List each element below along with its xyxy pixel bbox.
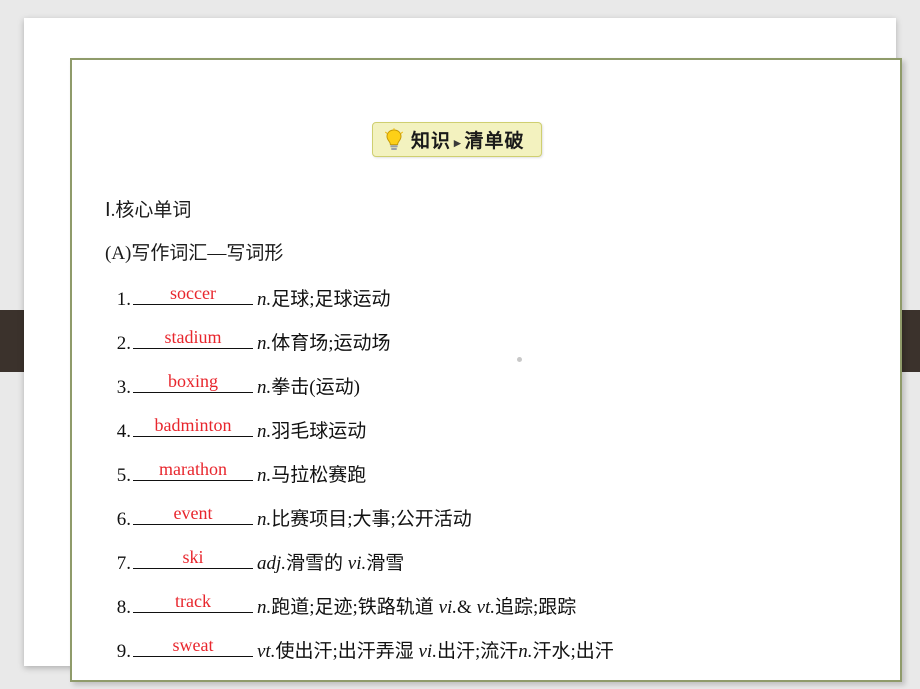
list-item: 5. marathon n.马拉松赛跑 — [105, 458, 895, 502]
item-number: 2. — [116, 333, 131, 354]
item-definition: n.跑道;足迹;铁路轨道 vi.& vt.追踪;跟踪 — [257, 597, 577, 618]
item-definition: n.足球;足球运动 — [257, 289, 391, 310]
vocabulary-list: 1. soccer n.足球;足球运动 2. stadium n.体育场;运动场… — [105, 282, 895, 682]
list-item: 7. ski adj.滑雪的 vi.滑雪 — [105, 546, 895, 590]
lightbulb-icon — [383, 127, 405, 152]
item-number: 7. — [116, 553, 131, 574]
slide: 知识 ▸ 清单破 Ⅰ.核心单词 (A)写作词汇—写词形 1. soccer n.足球… — [0, 0, 920, 689]
section-heading-core-words: Ⅰ.核心单词 — [105, 200, 192, 221]
answer-text: stadium — [164, 327, 222, 347]
slide-card: 知识 ▸ 清单破 Ⅰ.核心单词 (A)写作词汇—写词形 1. soccer n.足球… — [24, 18, 902, 682]
answer-text: marathon — [159, 459, 227, 479]
list-item: 2. stadium n.体育场;运动场 — [105, 326, 895, 370]
slide-content: 知识 ▸ 清单破 Ⅰ.核心单词 (A)写作词汇—写词形 1. soccer n.足球… — [72, 60, 900, 680]
banner-text-right: 清单破 — [464, 131, 525, 152]
list-item: 4. badminton n.羽毛球运动 — [105, 414, 895, 458]
item-definition: n.拳击(运动) — [257, 377, 360, 398]
answer-blank[interactable]: master — [133, 678, 253, 680]
answer-text: ski — [182, 547, 204, 567]
banner-separator: ▸ — [454, 135, 462, 150]
item-number: 4. — [116, 421, 131, 442]
item-number: 8. — [116, 597, 131, 618]
list-item: 6. event n.比赛项目;大事;公开活动 — [105, 502, 895, 546]
answer-blank[interactable]: badminton — [133, 414, 253, 437]
item-definition: n.比赛项目;大事;公开活动 — [257, 509, 472, 530]
answer-blank[interactable]: event — [133, 502, 253, 525]
item-definition: n.马拉松赛跑 — [257, 465, 367, 486]
item-definition: n.羽毛球运动 — [257, 421, 367, 442]
banner-text-left: 知识 — [411, 131, 452, 152]
list-item: 10. master n.高手;主人 vt.精通;掌握 — [105, 678, 895, 682]
answer-blank[interactable]: boxing — [133, 370, 253, 393]
item-number: 3. — [116, 377, 131, 398]
answer-blank[interactable]: stadium — [133, 326, 253, 349]
list-item: 3. boxing n.拳击(运动) — [105, 370, 895, 414]
answer-text: soccer — [170, 283, 216, 303]
section-heading-part-a: (A)写作词汇—写词形 — [105, 243, 284, 264]
answer-blank[interactable]: marathon — [133, 458, 253, 481]
banner-label: 知识 ▸ 清单破 — [411, 126, 525, 153]
item-definition: n.高手;主人 vt.精通;掌握 — [255, 680, 457, 682]
answer-text: master — [133, 679, 253, 680]
item-definition: n.体育场;运动场 — [257, 333, 391, 354]
answer-text: sweat — [172, 635, 214, 655]
answer-blank[interactable]: ski — [133, 546, 253, 569]
answer-text: track — [175, 591, 211, 611]
answer-blank[interactable]: sweat — [133, 634, 253, 657]
list-item: 8. track n.跑道;足迹;铁路轨道 vi.& vt.追踪;跟踪 — [105, 590, 895, 634]
answer-blank[interactable]: soccer — [133, 282, 253, 305]
answer-blank[interactable]: track — [133, 590, 253, 613]
answer-text: boxing — [167, 371, 218, 391]
section-banner: 知识 ▸ 清单破 — [372, 122, 542, 157]
item-definition: adj.滑雪的 vi.滑雪 — [257, 553, 405, 574]
content-frame: 知识 ▸ 清单破 Ⅰ.核心单词 (A)写作词汇—写词形 1. soccer n.足球… — [70, 58, 902, 682]
item-number: 5. — [116, 465, 131, 486]
item-number: 9. — [116, 641, 131, 662]
item-number: 6. — [116, 509, 131, 530]
item-definition: vt.使出汗;出汗弄湿 vi.出汗;流汗n.汗水;出汗 — [257, 641, 614, 662]
list-item: 1. soccer n.足球;足球运动 — [105, 282, 895, 326]
item-number: 1. — [116, 289, 131, 310]
watermark-dot — [517, 357, 522, 362]
answer-text: event — [173, 503, 213, 523]
answer-text: badminton — [154, 415, 232, 435]
list-item: 9. sweat vt.使出汗;出汗弄湿 vi.出汗;流汗n.汗水;出汗 — [105, 634, 895, 678]
